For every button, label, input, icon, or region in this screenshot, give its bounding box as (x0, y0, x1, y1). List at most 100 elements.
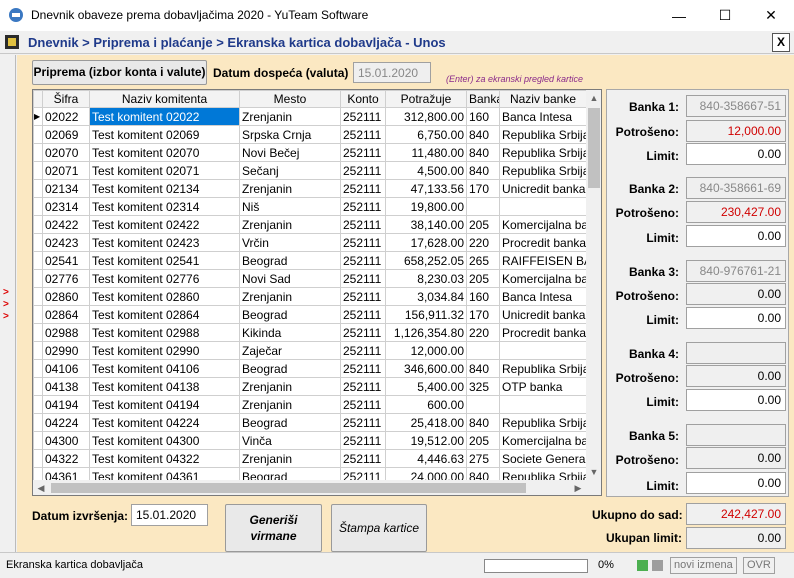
cell-account[interactable]: 252111 (340, 431, 386, 450)
vertical-scroll-thumb[interactable] (588, 108, 600, 188)
cell-bank-name[interactable] (499, 197, 587, 216)
cell-bank-name[interactable]: Komercijalna banka (499, 215, 587, 234)
cell-bank[interactable]: 840 (466, 413, 500, 432)
cell-bank-name[interactable]: Republika Srbija (499, 125, 587, 144)
cell-code[interactable]: 02314 (42, 197, 90, 216)
cell-account[interactable]: 252111 (340, 287, 386, 306)
cell-name[interactable]: Test komitent 02134 (89, 179, 240, 198)
cell-name[interactable]: Test komitent 02988 (89, 323, 240, 342)
cell-city[interactable]: Beograd (239, 305, 341, 324)
cell-city[interactable]: Zrenjanin (239, 395, 341, 414)
cell-code[interactable]: 02069 (42, 125, 90, 144)
cell-city[interactable]: Beograd (239, 251, 341, 270)
bank-5-limit-field[interactable]: 0.00 (686, 472, 786, 494)
column-header-city[interactable]: Mesto (239, 90, 341, 108)
cell-bank[interactable]: 325 (466, 377, 500, 396)
scroll-up-icon[interactable]: ▲ (586, 90, 601, 106)
cell-city[interactable]: Novi Bečej (239, 143, 341, 162)
cell-bank[interactable]: 205 (466, 215, 500, 234)
maximize-button[interactable]: ☐ (702, 0, 748, 31)
cell-name[interactable]: Test komitent 02314 (89, 197, 240, 216)
cell-account[interactable]: 252111 (340, 413, 386, 432)
cell-amount[interactable]: 156,911.32 (385, 305, 467, 324)
cell-bank[interactable]: 205 (466, 269, 500, 288)
cell-name[interactable]: Test komitent 02990 (89, 341, 240, 360)
cell-bank-name[interactable] (499, 341, 587, 360)
cell-city[interactable]: Zrenjanin (239, 215, 341, 234)
cell-bank[interactable]: 170 (466, 305, 500, 324)
cell-account[interactable]: 252111 (340, 449, 386, 468)
cell-city[interactable]: Zrenjanin (239, 287, 341, 306)
table-row[interactable]: 02422 Test komitent 02422 Zrenjanin 252111 3… (33, 215, 587, 234)
cell-account[interactable]: 252111 (340, 197, 386, 216)
cell-city[interactable]: Beograd (239, 413, 341, 432)
cell-bank[interactable]: 205 (466, 431, 500, 450)
column-header-amount[interactable]: Potražuje (385, 90, 467, 108)
cell-bank[interactable]: 840 (466, 143, 500, 162)
table-row[interactable]: 04224 Test komitent 04224 Beograd 252111 25,… (33, 413, 587, 432)
execution-date-field[interactable]: 15.01.2020 (131, 504, 208, 526)
cell-name[interactable]: Test komitent 04138 (89, 377, 240, 396)
cell-name[interactable]: Test komitent 04106 (89, 359, 240, 378)
minimize-button[interactable]: — (656, 0, 702, 31)
cell-city[interactable]: Niš (239, 197, 341, 216)
bank-4-account-field[interactable] (686, 342, 786, 364)
cell-account[interactable]: 252111 (340, 269, 386, 288)
column-header-code[interactable]: Šifra (42, 90, 90, 108)
cell-account[interactable]: 252111 (340, 143, 386, 162)
cell-code[interactable]: 02541 (42, 251, 90, 270)
cell-name[interactable]: Test komitent 02070 (89, 143, 240, 162)
cell-name[interactable]: Test komitent 02422 (89, 215, 240, 234)
table-row[interactable]: 02070 Test komitent 02070 Novi Bečej 252111… (33, 143, 587, 162)
table-row[interactable]: 04194 Test komitent 04194 Zrenjanin 252111 6… (33, 395, 587, 414)
cell-city[interactable]: Srpska Crnja (239, 125, 341, 144)
cell-code[interactable]: 04138 (42, 377, 90, 396)
cell-code[interactable]: 02022 (42, 107, 90, 126)
cell-city[interactable]: Kikinda (239, 323, 341, 342)
cell-code[interactable]: 04300 (42, 431, 90, 450)
cell-bank[interactable]: 160 (466, 287, 500, 306)
cell-name[interactable]: Test komitent 02071 (89, 161, 240, 180)
cell-code[interactable]: 02134 (42, 179, 90, 198)
cell-bank-name[interactable]: Banca Intesa (499, 107, 587, 126)
cell-account[interactable]: 252111 (340, 305, 386, 324)
close-form-button[interactable]: X (772, 33, 790, 52)
cell-bank[interactable]: 265 (466, 251, 500, 270)
cell-bank[interactable]: 220 (466, 233, 500, 252)
cell-amount[interactable]: 658,252.05 (385, 251, 467, 270)
cell-bank-name[interactable]: Procredit banka (499, 233, 587, 252)
cell-account[interactable]: 252111 (340, 395, 386, 414)
creditors-grid[interactable]: Šifra Naziv komitenta Mesto Konto Potraž… (32, 89, 602, 496)
cell-bank-name[interactable]: Societe Generale (499, 449, 587, 468)
grid-vertical-scrollbar[interactable]: ▲ ▼ (586, 90, 601, 480)
cell-amount[interactable]: 600.00 (385, 395, 467, 414)
cell-name[interactable]: Test komitent 02776 (89, 269, 240, 288)
cell-amount[interactable]: 19,512.00 (385, 431, 467, 450)
cell-amount[interactable]: 1,126,354.80 (385, 323, 467, 342)
cell-bank[interactable] (466, 197, 500, 216)
cell-city[interactable]: Zrenjanin (239, 107, 341, 126)
bank-4-limit-field[interactable]: 0.00 (686, 389, 786, 411)
cell-bank[interactable] (466, 395, 500, 414)
cell-bank-name[interactable]: Unicredit banka (499, 179, 587, 198)
cell-bank-name[interactable]: Republika Srbija (499, 161, 587, 180)
table-row[interactable]: 04300 Test komitent 04300 Vinča 252111 19,51… (33, 431, 587, 450)
cell-name[interactable]: Test komitent 02541 (89, 251, 240, 270)
cell-bank-name[interactable] (499, 395, 587, 414)
column-header-bank-name[interactable]: Naziv banke (499, 90, 587, 108)
cell-code[interactable]: 04322 (42, 449, 90, 468)
prepare-button[interactable]: Priprema (izbor konta i valute) (32, 60, 207, 85)
cell-code[interactable]: 02864 (42, 305, 90, 324)
scroll-down-icon[interactable]: ▼ (586, 464, 601, 480)
cell-bank[interactable]: 840 (466, 125, 500, 144)
column-header-name[interactable]: Naziv komitenta (89, 90, 240, 108)
cell-city[interactable]: Beograd (239, 359, 341, 378)
cell-account[interactable]: 252111 (340, 359, 386, 378)
cell-amount[interactable]: 5,400.00 (385, 377, 467, 396)
cell-city[interactable]: Zrenjanin (239, 179, 341, 198)
cell-name[interactable]: Test komitent 02864 (89, 305, 240, 324)
bank-3-limit-field[interactable]: 0.00 (686, 307, 786, 329)
cell-code[interactable]: 04194 (42, 395, 90, 414)
cell-account[interactable]: 252111 (340, 377, 386, 396)
cell-bank-name[interactable]: Unicredit banka (499, 305, 587, 324)
